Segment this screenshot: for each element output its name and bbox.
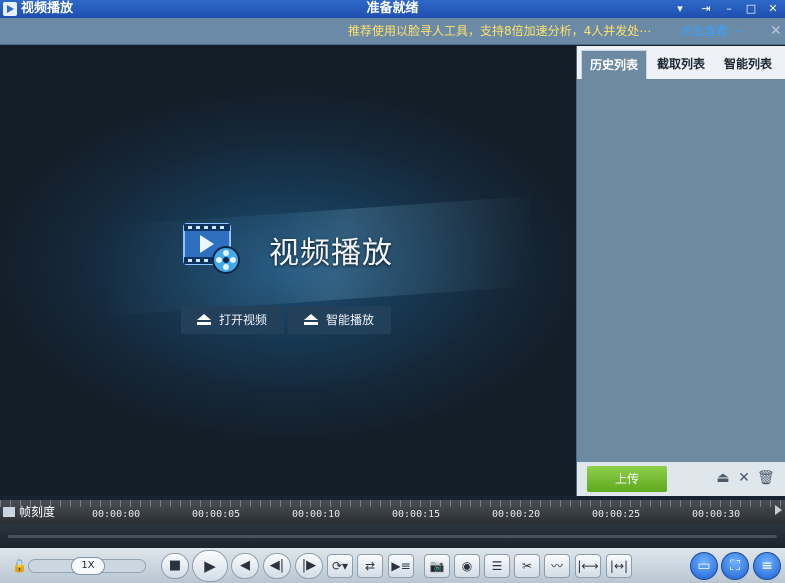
time-tick: 00:00:00 <box>92 509 141 520</box>
film-icon <box>3 507 15 517</box>
list-play-button[interactable]: ▶≡ <box>388 554 414 578</box>
title-bar: 视频播放 准备就绪 ▾ ⇥ – □ ✕ <box>0 0 785 18</box>
video-area[interactable]: 视频播放 打开视频 智能播放 <box>0 46 576 496</box>
waveform-button[interactable]: 〰 <box>544 554 570 578</box>
status-title: 准备就绪 <box>366 1 419 16</box>
burst-capture-button[interactable]: ◉ <box>454 554 480 578</box>
time-tick: 00:00:20 <box>492 509 541 520</box>
video-player-icon <box>183 223 240 274</box>
step-forward-button[interactable]: |▶ <box>295 553 323 579</box>
stop-button[interactable]: ■ <box>161 553 189 579</box>
tab-history[interactable]: 历史列表 <box>581 50 647 79</box>
frame-scale-label[interactable]: 帧刻度 <box>3 504 55 520</box>
eject-icon <box>304 314 318 326</box>
step-back-button[interactable]: ◀| <box>263 553 291 579</box>
app-logo-icon <box>3 2 17 16</box>
eject-icon[interactable]: ⏏ <box>715 470 731 486</box>
mark-range-button[interactable]: |↔| <box>606 554 632 578</box>
tab-smart[interactable]: 智能列表 <box>714 50 782 79</box>
speed-value[interactable]: 1X <box>71 557 105 575</box>
progress-bar[interactable] <box>0 524 785 548</box>
menu-dropdown-icon[interactable]: ▾ <box>669 1 691 17</box>
time-tick: 00:00:10 <box>292 509 341 520</box>
notice-link[interactable]: 点击查看 ⋯ <box>680 18 744 45</box>
time-tick: 00:00:25 <box>592 509 641 520</box>
playlist-panel: 历史列表 截取列表 智能列表 上传 ⏏ ✕ 🗑 <box>576 46 785 496</box>
time-tick: 00:00:05 <box>192 509 241 520</box>
notice-bar: 推荐使用以脸寻人工具，支持8倍加速分析，4人并发处⋯ 点击查看 ⋯ ✕ <box>0 18 785 45</box>
sync-button[interactable]: ⇄ <box>357 554 383 578</box>
progress-track[interactable] <box>8 535 777 538</box>
frame-scale-text: 帧刻度 <box>19 505 56 519</box>
lock-icon[interactable]: 🔓 <box>12 559 27 573</box>
speed-slider[interactable]: 1X <box>28 557 146 575</box>
panel-tabs: 历史列表 截取列表 智能列表 <box>577 46 785 79</box>
pin-icon[interactable]: ⇥ <box>695 1 717 17</box>
tab-captures[interactable]: 截取列表 <box>648 50 714 79</box>
notice-close-icon[interactable]: ✕ <box>770 18 782 45</box>
mark-start-button[interactable]: |⟷ <box>575 554 601 578</box>
close-button[interactable]: ✕ <box>762 1 784 17</box>
player-brand: 视频播放 <box>182 218 422 278</box>
control-bar: 🔓 1X ■ ▶ ◀ ◀| |▶ ⟳▾ ⇄ ▶≡ 📷 ◉ ☰ ✂ 〰 |⟷ |↔… <box>0 548 785 583</box>
ruler-ticks <box>0 500 785 507</box>
app-title: 视频播放 <box>21 1 74 16</box>
upload-button[interactable]: 上传 <box>587 466 667 492</box>
open-video-label: 打开视频 <box>219 313 268 327</box>
close-icon[interactable]: ✕ <box>736 470 752 486</box>
open-video-button[interactable]: 打开视频 <box>181 306 284 334</box>
window-mode-button[interactable]: ▭ <box>690 552 718 580</box>
smart-play-button[interactable]: 智能播放 <box>288 306 391 334</box>
time-tick: 00:00:15 <box>392 509 441 520</box>
panel-footer: 上传 ⏏ ✕ 🗑 <box>577 462 785 496</box>
clip-button[interactable]: ☰ <box>484 554 510 578</box>
playlist-toggle-button[interactable]: ≡ <box>753 552 781 580</box>
loop-button[interactable]: ⟳▾ <box>327 554 353 578</box>
smart-play-label: 智能播放 <box>326 313 375 327</box>
timeline-ruler[interactable]: 帧刻度 00:00:00 00:00:05 00:00:10 00:00:15 … <box>0 500 785 524</box>
time-tick: 00:00:30 <box>692 509 741 520</box>
prev-frame-button[interactable]: ◀ <box>231 553 259 579</box>
eject-icon <box>197 314 211 326</box>
cut-button[interactable]: ✂ <box>514 554 540 578</box>
screenshot-button[interactable]: 📷 <box>424 554 450 578</box>
play-button[interactable]: ▶ <box>192 550 228 582</box>
minimize-button[interactable]: – <box>718 1 740 17</box>
scroll-right-icon[interactable] <box>775 505 782 515</box>
brand-title: 视频播放 <box>269 236 393 271</box>
notice-message: 推荐使用以脸寻人工具，支持8倍加速分析，4人并发处⋯ <box>348 24 652 38</box>
trash-icon[interactable]: 🗑 <box>757 470 775 486</box>
maximize-button[interactable]: □ <box>740 1 762 17</box>
fullscreen-button[interactable]: ⛶ <box>721 552 749 580</box>
